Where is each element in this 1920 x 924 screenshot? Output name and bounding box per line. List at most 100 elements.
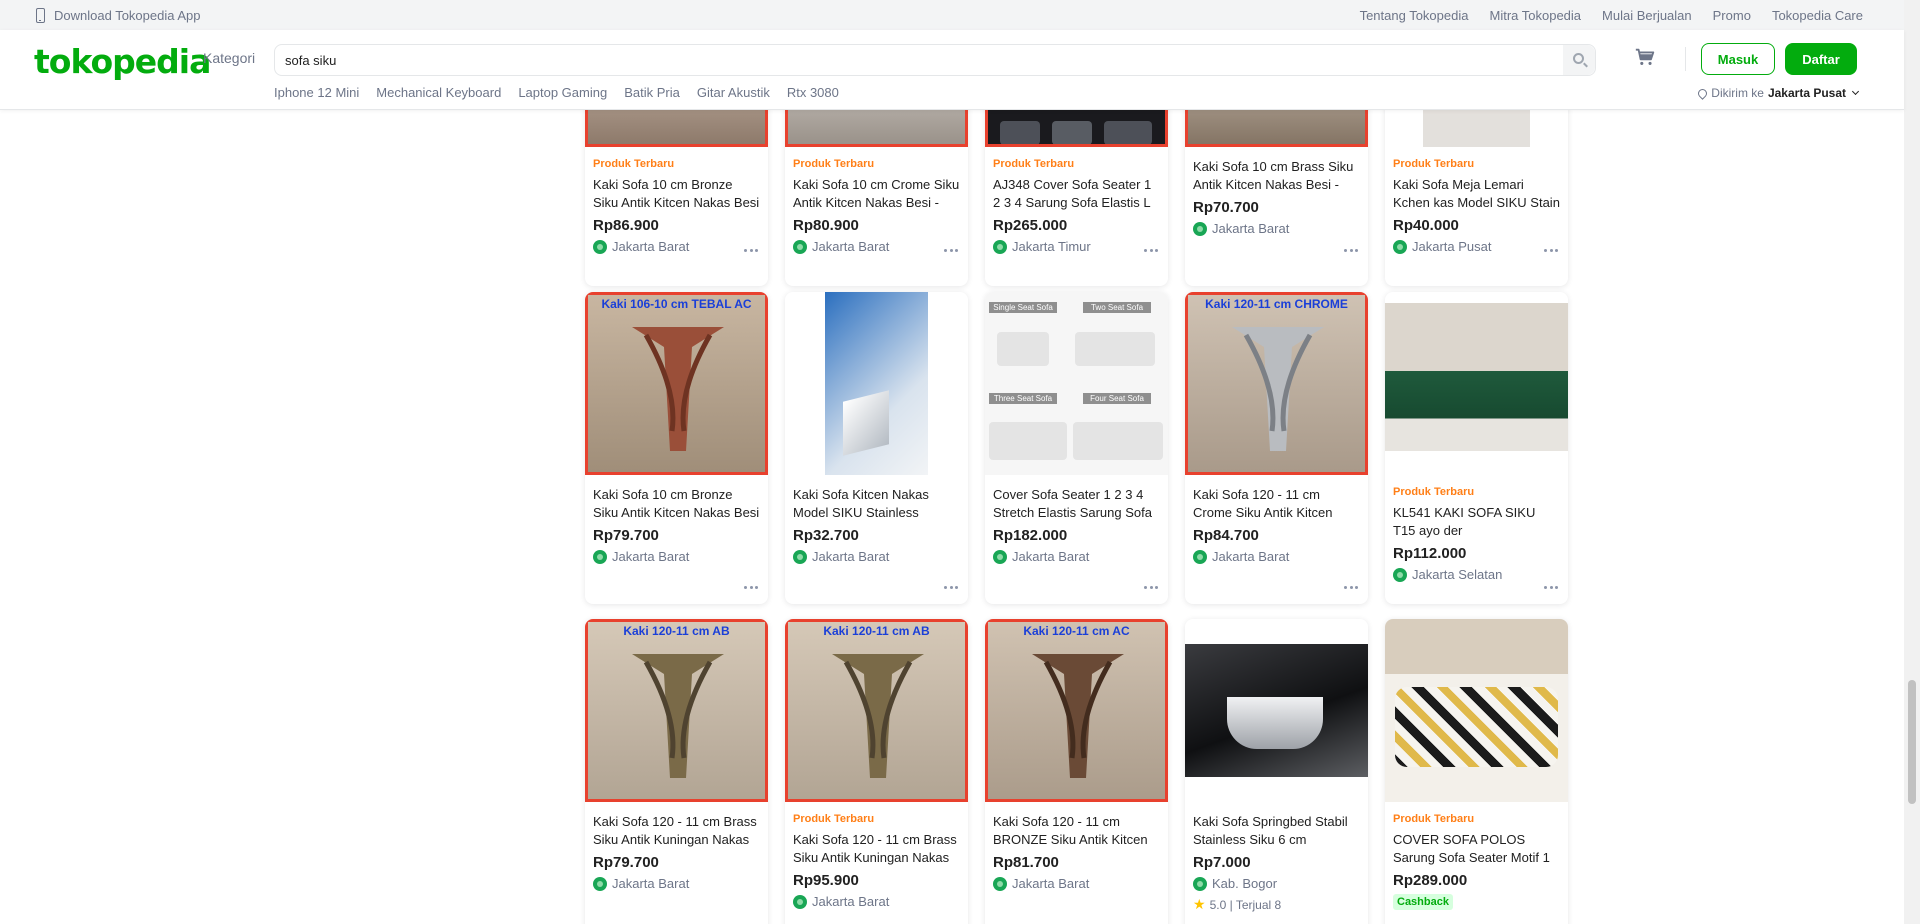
product-grid: Produk Terbaru Kaki Sofa 10 cm Bronze Si… [585,70,1569,924]
sofa-leg-illustration [832,654,924,778]
product-title: KL541 KAKI SOFA SIKU T15 ayo der [1393,505,1536,538]
image-caption: Kaki 120-11 cm AC [1023,624,1130,638]
shop-location: Jakarta Barat [993,549,1160,564]
product-price: Rp32.700 [793,527,859,544]
more-options-icon[interactable] [1344,249,1358,253]
more-options-icon[interactable] [944,586,958,590]
product-card[interactable]: Kaki Sofa Springbed Stabil Stainless Sik… [1185,619,1368,924]
login-button[interactable]: Masuk [1701,43,1775,75]
product-card[interactable]: Kaki 120-11 cm AB Kaki Sofa 120 - 11 cm … [585,619,768,924]
shop-badge-icon [1193,221,1207,236]
location-text: Jakarta Barat [1012,876,1090,891]
more-options-icon[interactable] [744,249,758,253]
new-product-tag: Produk Terbaru [593,158,675,170]
product-image: Kaki 120-11 cm AB [585,619,768,802]
product-card[interactable]: Produk Terbaru KL541 KAKI SOFA SIKU T15 … [1385,292,1568,604]
shop-badge-icon [793,894,807,909]
product-title: Kaki Sofa Kitcen Nakas Model SIKU Stainl… [793,487,929,520]
product-card[interactable]: Kaki 106-10 cm TEBAL AC Kaki Sofa 10 cm … [585,292,768,604]
register-button[interactable]: Daftar [1785,43,1857,75]
product-info: Produk Terbaru KL541 KAKI SOFA SIKU T15 … [1393,486,1560,582]
more-options-icon[interactable] [1144,249,1158,253]
product-info: Kaki Sofa 120 - 11 cm Brass Siku Antik K… [593,813,760,891]
product-card[interactable]: Kaki Sofa Kitcen Nakas Model SIKU Stainl… [785,292,968,604]
shop-badge-icon [793,549,807,564]
location-text: Jakarta Barat [612,876,690,891]
more-options-icon[interactable] [744,586,758,590]
shop-badge-icon [593,876,607,891]
product-image [785,292,968,475]
product-info: Kaki Sofa 10 cm Brass Siku Antik Kitcen … [1193,158,1360,236]
more-options-icon[interactable] [1144,586,1158,590]
product-image [1185,619,1368,802]
new-product-tag: Produk Terbaru [1393,158,1475,170]
more-options-icon[interactable] [1344,586,1358,590]
download-app-label: Download Tokopedia App [54,7,201,23]
product-title: Kaki Sofa 120 - 11 cm BRONZE Siku Antik … [993,814,1148,847]
product-price: Rp79.700 [593,854,659,871]
search-input[interactable] [285,45,1545,75]
product-title: Cover Sofa Seater 1 2 3 4 Stretch Elasti… [993,487,1152,520]
product-title: Kaki Sofa 120 - 11 cm Brass Siku Antik K… [593,814,757,847]
logo[interactable]: tokopedia [34,42,211,81]
quick-link-batik[interactable]: Batik Pria [624,85,680,100]
image-label: Four Seat Sofa [1083,393,1151,404]
product-card[interactable]: Kaki 120-11 cm CHROME Kaki Sofa 120 - 11… [1185,292,1368,604]
product-card[interactable]: Kaki 120-11 cm AC Kaki Sofa 120 - 11 cm … [985,619,1168,924]
shipping-location[interactable]: Dikirim ke Jakarta Pusat [1696,86,1860,100]
quick-link-laptop[interactable]: Laptop Gaming [518,85,607,100]
new-product-tag: Produk Terbaru [1393,813,1475,825]
shop-badge-icon [1393,239,1407,254]
more-options-icon[interactable] [1544,249,1558,253]
location-text: Jakarta Barat [612,549,690,564]
product-card[interactable]: Produk Terbaru COVER SOFA POLOS Sarung S… [1385,619,1568,924]
product-title: Kaki Sofa 10 cm Brass Siku Antik Kitcen … [1193,159,1354,192]
shop-location: Jakarta Timur [993,239,1160,254]
shop-badge-icon [793,239,807,254]
shop-location: Jakarta Barat [593,549,760,564]
link-care[interactable]: Tokopedia Care [1772,8,1863,23]
quick-link-rtx[interactable]: Rtx 3080 [787,85,839,100]
sofa-leg-illustration [632,327,724,451]
image-caption: Kaki 120-11 cm AB [823,624,930,638]
link-tentang[interactable]: Tentang Tokopedia [1360,8,1469,23]
quick-search-links: Iphone 12 Mini Mechanical Keyboard Lapto… [274,85,856,100]
kategori-menu[interactable]: Kategori [203,50,255,66]
product-price: Rp84.700 [1193,527,1259,544]
image-label: Two Seat Sofa [1083,302,1151,313]
scrollbar-thumb[interactable] [1908,680,1916,804]
shop-location: Jakarta Pusat [1393,239,1560,254]
quick-link-keyboard[interactable]: Mechanical Keyboard [376,85,501,100]
search-button[interactable] [1563,45,1595,75]
product-info: Kaki Sofa 120 - 11 cm BRONZE Siku Antik … [993,813,1160,891]
page-scrollbar[interactable] [1904,0,1920,924]
more-options-icon[interactable] [944,249,958,253]
image-caption: Kaki 120-11 cm CHROME [1205,297,1348,311]
header: tokopedia Kategori Masuk Daftar Iphone 1… [0,30,1904,110]
product-rating: ★ 5.0 | Terjual 8 [1193,896,1360,913]
download-app-link[interactable]: Download Tokopedia App [36,0,201,30]
product-title: Kaki Sofa Meja Lemari Kchen kas Model SI… [1393,177,1560,210]
location-text: Kab. Bogor [1212,876,1278,891]
cart-icon[interactable] [1634,46,1656,68]
more-options-icon[interactable] [1544,586,1558,590]
quick-link-iphone[interactable]: Iphone 12 Mini [274,85,359,100]
quick-link-gitar[interactable]: Gitar Akustik [697,85,770,100]
link-mitra[interactable]: Mitra Tokopedia [1489,8,1581,23]
search-bar [274,44,1596,76]
product-card[interactable]: Single Seat Sofa Two Seat Sofa Three Sea… [985,292,1168,604]
product-price: Rp7.000 [1193,854,1251,871]
sofa-leg-illustration [632,654,724,778]
location-text: Jakarta Barat [612,239,690,254]
link-mulai-berjualan[interactable]: Mulai Berjualan [1602,8,1692,23]
product-info: Produk Terbaru Kaki Sofa Meja Lemari Kch… [1393,158,1560,254]
star-icon: ★ [1193,896,1206,912]
product-title: Kaki Sofa 120 - 11 cm Crome Siku Antik K… [1193,487,1333,520]
link-promo[interactable]: Promo [1713,8,1751,23]
header-divider [1685,47,1686,71]
top-bar: Download Tokopedia App Tentang Tokopedia… [0,0,1904,30]
product-price: Rp289.000 [1393,872,1468,889]
image-caption: Kaki 120-11 cm AB [623,624,730,638]
product-title: Kaki Sofa 10 cm Bronze Siku Antik Kitcen… [593,487,760,520]
product-card[interactable]: Kaki 120-11 cm AB Produk Terbaru Kaki So… [785,619,968,924]
